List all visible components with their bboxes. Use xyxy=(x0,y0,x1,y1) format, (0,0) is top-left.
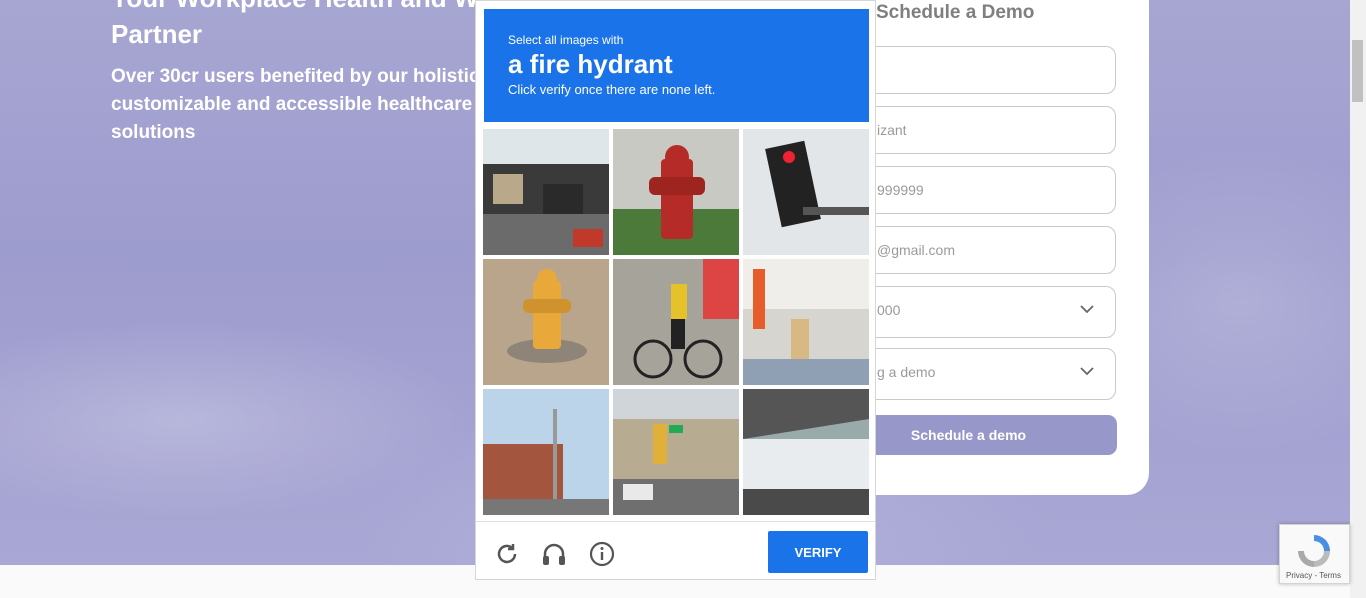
recaptcha-privacy-terms[interactable]: Privacy - Terms xyxy=(1286,571,1341,580)
phone-field-text: 999999 xyxy=(877,182,924,198)
captcha-hint: Click verify once there are none left. xyxy=(508,82,716,97)
chevron-down-icon xyxy=(1080,367,1094,376)
captcha-tile-road-building[interactable] xyxy=(483,389,609,515)
chevron-down-icon xyxy=(1080,305,1094,314)
captcha-instruction: Select all images with xyxy=(508,33,624,47)
company-field-text: izant xyxy=(877,122,907,138)
audio-challenge-icon[interactable] xyxy=(540,540,568,568)
reason-text: g a demo xyxy=(877,364,936,380)
recaptcha-badge[interactable]: Privacy - Terms xyxy=(1279,524,1350,584)
captcha-tile-covered-street[interactable] xyxy=(743,389,869,515)
scrollbar-thumb[interactable] xyxy=(1352,40,1363,102)
captcha-tile-cyclist[interactable] xyxy=(613,259,739,385)
email-field-text: @gmail.com xyxy=(877,242,956,258)
employee-count-text: 000 xyxy=(877,302,901,318)
captcha-tile-street-traffic-light[interactable] xyxy=(613,389,739,515)
captcha-target: a fire hydrant xyxy=(508,49,673,79)
captcha-tile-red-fire-hydrant[interactable] xyxy=(613,129,739,255)
recaptcha-logo-icon xyxy=(1298,535,1330,567)
reload-icon[interactable] xyxy=(493,540,521,568)
captcha-challenge: Select all images with a fire hydrant Cl… xyxy=(475,0,876,580)
verify-button[interactable]: VERIFY xyxy=(768,531,868,573)
captcha-tile-building-street[interactable] xyxy=(483,129,609,255)
form-title: Schedule a Demo xyxy=(876,2,1035,23)
info-icon[interactable] xyxy=(588,540,616,568)
captcha-header: Select all images with a fire hydrant Cl… xyxy=(484,9,869,122)
captcha-footer-divider xyxy=(476,521,875,522)
captcha-tile-traffic-light[interactable] xyxy=(743,129,869,255)
captcha-tile-hydrant-sidewalk[interactable] xyxy=(743,259,869,385)
captcha-tile-yellow-fire-hydrant[interactable] xyxy=(483,259,609,385)
